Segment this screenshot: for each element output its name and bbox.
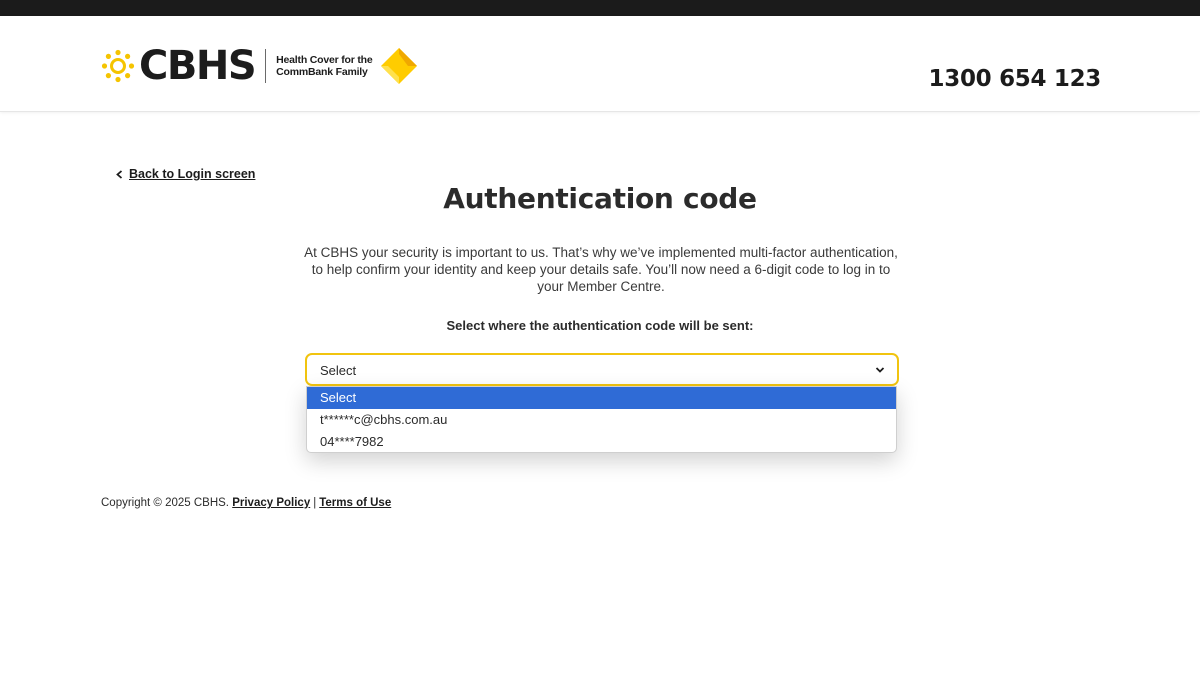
- select-dropdown-list: Select t******c@cbhs.com.au 04****7982: [306, 386, 897, 453]
- chevron-left-icon: [116, 169, 123, 179]
- option-select-placeholder[interactable]: Select: [307, 387, 896, 409]
- footer-separator: |: [313, 497, 317, 509]
- phone-number[interactable]: 1300 654 123: [929, 66, 1102, 92]
- tagline-line-1: Health Cover for the: [276, 54, 373, 66]
- select-current-value: Select: [320, 363, 357, 378]
- sun-icon: [101, 49, 135, 83]
- terms-of-use-link[interactable]: Terms of Use: [319, 497, 391, 509]
- back-link-label: Back to Login screen: [129, 167, 256, 181]
- commbank-diamond-icon: [381, 48, 418, 84]
- site-footer: Copyright © 2025 CBHS. Privacy Policy | Te…: [101, 497, 391, 509]
- top-bar: [0, 0, 1200, 16]
- delivery-method-select[interactable]: Select: [305, 353, 899, 386]
- back-to-login-link[interactable]: Back to Login screen: [115, 167, 255, 181]
- select-label: Select where the authentication code wil…: [446, 318, 754, 333]
- privacy-policy-link[interactable]: Privacy Policy: [232, 497, 310, 509]
- option-email[interactable]: t******c@cbhs.com.au: [307, 409, 896, 431]
- option-mobile[interactable]: 04****7982: [307, 431, 896, 452]
- cbhs-logo[interactable]: CBHS Health Cover for the CommBank Famil…: [100, 44, 418, 88]
- brand-tagline: Health Cover for the CommBank Family: [276, 54, 376, 78]
- site-header: CBHS Health Cover for the CommBank Famil…: [0, 16, 1200, 112]
- intro-text: At CBHS your security is important to us…: [304, 245, 898, 294]
- chevron-down-icon: [875, 367, 885, 373]
- brand-name: CBHS: [139, 43, 257, 89]
- page-title: Authentication code: [443, 182, 757, 215]
- tagline-line-2: CommBank Family: [276, 66, 368, 78]
- logo-divider: [265, 49, 267, 83]
- copyright-text: Copyright © 2025 CBHS.: [101, 497, 230, 509]
